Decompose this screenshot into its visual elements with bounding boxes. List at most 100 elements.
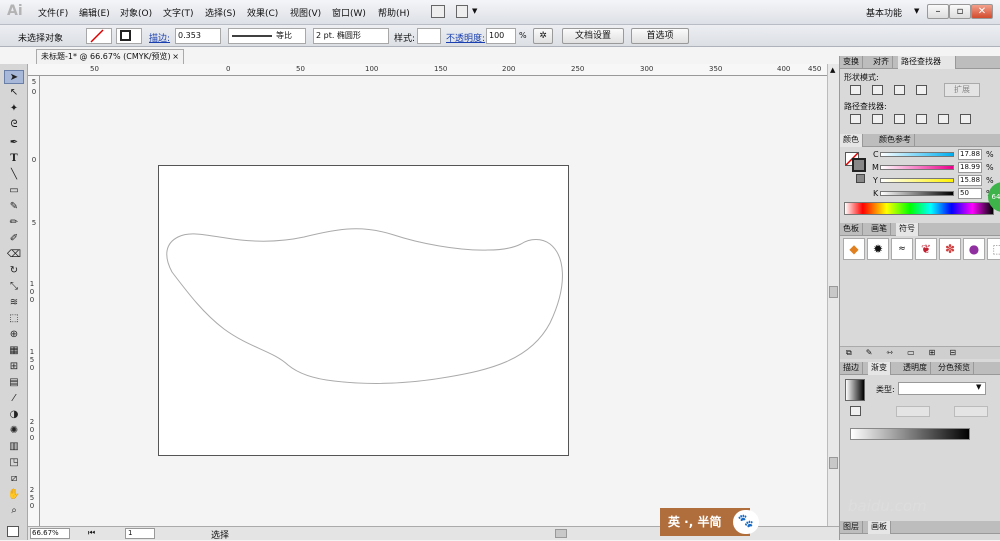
symbol-stroke-icon[interactable]: ≈ <box>891 238 913 260</box>
magic-wand-tool-icon[interactable]: ✦ <box>4 102 24 116</box>
arrange-documents-icon[interactable] <box>456 5 468 18</box>
minus-front-icon[interactable] <box>872 85 883 95</box>
menu-select[interactable]: 选择(S) <box>205 6 236 19</box>
scale-tool-icon[interactable]: ⤡ <box>4 280 24 294</box>
rotate-tool-icon[interactable]: ↻ <box>4 264 24 278</box>
symbol-ribbon2-icon[interactable]: ✽ <box>939 238 961 260</box>
zoom-select[interactable]: 66.67% <box>30 528 70 539</box>
scroll-up-icon[interactable]: ▲ <box>830 66 835 74</box>
symbol-cube-icon[interactable]: ◆ <box>843 238 865 260</box>
opacity-input[interactable]: 100 <box>486 28 516 44</box>
symbol-sphere-icon[interactable]: ● <box>963 238 985 260</box>
menu-edit[interactable]: 编辑(E) <box>79 6 110 19</box>
black-value-input[interactable]: 50 <box>958 188 982 199</box>
gradient-thumbnail[interactable] <box>845 379 865 401</box>
merge-icon[interactable] <box>894 114 905 124</box>
mesh-tool-icon[interactable]: ⊞ <box>4 360 24 374</box>
scroll-thumb[interactable] <box>829 286 838 298</box>
tab-stroke[interactable]: 描边 <box>840 362 863 375</box>
close-button[interactable]: ✕ <box>971 4 993 19</box>
tab-pathfinder[interactable]: 路径查找器 <box>898 56 956 69</box>
artboard-number-select[interactable]: 1 <box>125 528 155 539</box>
symbol-ribbon-icon[interactable]: ❦ <box>915 238 937 260</box>
close-tab-icon[interactable]: × <box>172 50 179 64</box>
last-color-icon[interactable] <box>856 174 865 183</box>
stroke-label[interactable]: 描边: <box>149 31 170 44</box>
tab-separations-preview[interactable]: 分色预览 <box>935 362 974 375</box>
hand-tool-icon[interactable]: ✋ <box>4 488 24 502</box>
free-transform-tool-icon[interactable]: ⬚ <box>4 312 24 326</box>
selection-tool-icon[interactable]: ➤ <box>4 70 24 84</box>
stroke-color-icon[interactable] <box>852 158 866 172</box>
yellow-value-input[interactable]: 15.88 <box>958 175 982 186</box>
color-spectrum[interactable] <box>844 202 994 215</box>
minus-back-icon[interactable] <box>960 114 971 124</box>
tab-layers[interactable]: 图层 <box>840 521 863 534</box>
tab-transparency[interactable]: 透明度 <box>900 362 931 375</box>
blob-brush-tool-icon[interactable]: ✐ <box>4 232 24 246</box>
menu-window[interactable]: 窗口(W) <box>332 6 366 19</box>
lasso-tool-icon[interactable]: ᘓ <box>4 118 24 132</box>
fill-stroke-icon[interactable] <box>7 526 19 537</box>
h-scroll-thumb[interactable] <box>555 529 567 538</box>
type-tool-icon[interactable]: T <box>4 152 24 166</box>
brush-definition[interactable]: 2 pt. 椭圆形 <box>313 28 389 44</box>
warp-tool-icon[interactable]: ≋ <box>4 296 24 310</box>
drawn-path[interactable] <box>158 165 569 456</box>
symbol-dashed-icon[interactable]: ⬚ <box>987 238 1000 260</box>
document-setup-button[interactable]: 文档设置 <box>562 28 624 44</box>
trim-icon[interactable] <box>872 114 883 124</box>
column-graph-tool-icon[interactable]: ▥ <box>4 440 24 454</box>
divide-icon[interactable] <box>850 114 861 124</box>
gradient-aspect-input[interactable] <box>954 406 988 417</box>
symbol-splat-icon[interactable]: ✹ <box>867 238 889 260</box>
reverse-gradient-icon[interactable] <box>850 406 861 416</box>
magenta-slider[interactable] <box>880 165 954 170</box>
workspace-switcher[interactable]: 基本功能 <box>866 6 902 19</box>
menu-file[interactable]: 文件(F) <box>38 6 68 19</box>
tab-transform[interactable]: 变换 <box>840 56 863 69</box>
chevron-down-icon[interactable]: ▼ <box>914 7 919 15</box>
direct-selection-tool-icon[interactable]: ↖ <box>4 86 24 100</box>
scroll-thumb[interactable] <box>829 457 838 469</box>
recolor-icon[interactable]: ✲ <box>533 28 553 44</box>
variable-width-profile[interactable]: 等比 <box>228 28 306 44</box>
cyan-value-input[interactable]: 17.88 <box>958 149 982 160</box>
yellow-slider[interactable] <box>880 178 954 183</box>
symbol-sprayer-tool-icon[interactable]: ✺ <box>4 424 24 438</box>
restore-button[interactable]: ▫ <box>949 4 971 19</box>
exclude-icon[interactable] <box>916 85 927 95</box>
menu-help[interactable]: 帮助(H) <box>378 6 410 19</box>
preferences-button[interactable]: 首选项 <box>631 28 689 44</box>
rectangle-tool-icon[interactable]: ▭ <box>4 184 24 198</box>
gradient-slider[interactable] <box>850 428 970 440</box>
menu-object[interactable]: 对象(O) <box>120 6 152 19</box>
eyedropper-tool-icon[interactable]: ⁄ <box>4 392 24 406</box>
perspective-grid-tool-icon[interactable]: ▦ <box>4 344 24 358</box>
menu-effect[interactable]: 效果(C) <box>247 6 278 19</box>
document-tab[interactable]: 未标题-1* @ 66.67% (CMYK/预览) × <box>36 49 184 64</box>
magenta-value-input[interactable]: 18.99 <box>958 162 982 173</box>
tab-color[interactable]: 颜色 <box>840 134 863 147</box>
gradient-tool-icon[interactable]: ▤ <box>4 376 24 390</box>
cyan-slider[interactable] <box>880 152 954 157</box>
zoom-tool-icon[interactable]: ⌕ <box>4 504 24 518</box>
outline-icon[interactable] <box>938 114 949 124</box>
slice-tool-icon[interactable]: ⧄ <box>4 472 24 486</box>
tab-align[interactable]: 对齐 <box>870 56 893 69</box>
tab-artboards[interactable]: 画板 <box>868 521 891 534</box>
fill-swatch[interactable] <box>86 28 112 44</box>
shape-builder-tool-icon[interactable]: ⊕ <box>4 328 24 342</box>
tab-symbols[interactable]: 符号 <box>896 223 919 236</box>
tab-color-guide[interactable]: 颜色参考 <box>876 134 915 147</box>
pencil-tool-icon[interactable]: ✏ <box>4 216 24 230</box>
line-tool-icon[interactable]: ╲ <box>4 168 24 182</box>
pen-tool-icon[interactable]: ✒ <box>4 136 24 150</box>
stroke-weight-input[interactable]: 0.353 <box>175 28 221 44</box>
vertical-scrollbar[interactable]: ▲ <box>827 64 839 526</box>
tab-swatches[interactable]: 色板 <box>840 223 863 236</box>
tab-gradient[interactable]: 渐变 <box>868 362 891 375</box>
symbols-toolbar[interactable]: ⧉✎⇿▭⊞⊟ <box>840 346 1000 359</box>
eraser-tool-icon[interactable]: ⌫ <box>4 248 24 262</box>
menu-view[interactable]: 视图(V) <box>290 6 321 19</box>
